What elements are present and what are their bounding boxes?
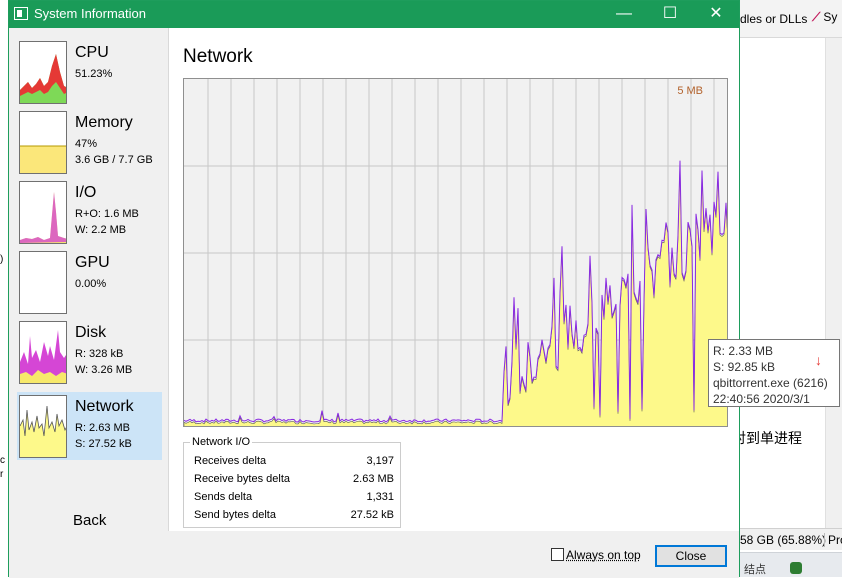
stat-value: 3,197	[366, 455, 394, 467]
arrow-down-icon: ↓	[815, 352, 822, 368]
background-status-processes: Pro	[824, 533, 842, 547]
sidebar-item-io[interactable]: I/O R+O: 1.6 MB W: 2.2 MB	[17, 178, 162, 246]
window-icon	[14, 7, 28, 20]
sidebar-item-label: I/O	[75, 184, 97, 201]
close-window-button[interactable]: ✕	[693, 1, 739, 28]
minimize-icon: —	[616, 5, 632, 22]
sidebar-item-label: GPU	[75, 254, 110, 271]
sidebar-item-value-2: W: 3.26 MB	[75, 364, 133, 376]
tooltip-timestamp: 22:40:56 2020/3/1	[713, 392, 810, 406]
background-status-memory: 58 GB (65.88%)	[740, 533, 827, 547]
window-title: System Information	[34, 6, 146, 21]
sidebar-item-value: R+O: 1.6 MB	[75, 208, 139, 220]
sidebar-item-disk[interactable]: Disk R: 328 kB W: 3.26 MB	[17, 318, 162, 386]
close-icon: ✕	[709, 5, 723, 22]
sidebar-item-network[interactable]: Network R: 2.63 MB S: 27.52 kB	[17, 392, 162, 460]
back-button[interactable]: Back	[73, 512, 106, 529]
stat-value: 27.52 kB	[350, 509, 394, 521]
system-information-window: System Information — ☐ ✕ CPU 51.23% Memo…	[8, 0, 740, 578]
sidebar-item-memory[interactable]: Memory 47% 3.6 GB / 7.7 GB	[17, 108, 162, 176]
network-graph[interactable]: 5 MB	[183, 78, 728, 427]
sidebar-item-value-2: S: 27.52 kB	[75, 438, 132, 450]
maximize-button[interactable]: ☐	[647, 1, 693, 28]
maximize-icon: ☐	[662, 5, 678, 22]
stat-row: Receives delta 3,197	[194, 455, 394, 467]
taskbar: 结点	[740, 552, 842, 577]
minimize-button[interactable]: —	[601, 1, 647, 28]
stat-value: 2.63 MB	[353, 473, 394, 485]
chart-icon: ⟋	[812, 10, 821, 24]
stat-label: Sends delta	[194, 491, 253, 503]
sidebar-item-label: Memory	[75, 114, 133, 131]
sidebar-item-gpu[interactable]: GPU 0.00%	[17, 248, 162, 316]
page-title: Network	[183, 46, 253, 67]
background-app: dles or DLLs ⟋Sy 58 GB (65.88%) Pro 结点	[740, 0, 842, 577]
sidebar-item-value-2: 3.6 GB / 7.7 GB	[75, 154, 153, 166]
background-toolbar: dles or DLLs ⟋ Sy	[740, 0, 842, 38]
background-left-text-2: c r	[0, 455, 5, 480]
always-on-top-label: Always on top	[566, 548, 641, 562]
background-scrollbar[interactable]	[825, 38, 842, 528]
network-panel: Network 5 MB Network I/O Receives delta 3…	[168, 28, 739, 531]
sidebar-item-value: 47%	[75, 138, 98, 150]
stat-row: Receive bytes delta 2.63 MB	[194, 473, 394, 485]
taskbar-app-icon[interactable]	[790, 562, 802, 574]
stat-row: Send bytes delta 27.52 kB	[194, 509, 394, 521]
stat-label: Receive bytes delta	[194, 473, 290, 485]
background-left-text: )	[0, 254, 4, 265]
stat-value: 1,331	[366, 491, 394, 503]
graph-max-label: 5 MB	[677, 85, 703, 97]
background-tab-handles[interactable]: dles or DLLs	[740, 12, 807, 26]
sidebar-item-label: Network	[75, 398, 134, 415]
checkbox-box[interactable]	[551, 548, 564, 561]
gpu-thumbnail-graph	[19, 251, 67, 314]
network-thumbnail-graph	[19, 395, 67, 458]
graph-tooltip: R: 2.33 MB S: 92.85 kB qbittorrent.exe (…	[708, 339, 840, 407]
sidebar-item-cpu[interactable]: CPU 51.23%	[17, 38, 162, 106]
dialog-footer: Always on top Close	[9, 531, 739, 578]
io-thumbnail-graph	[19, 181, 67, 244]
title-bar[interactable]: System Information — ☐ ✕	[9, 1, 739, 28]
sidebar-item-value-2: W: 2.2 MB	[75, 224, 127, 236]
background-tab-label: Sy	[823, 10, 838, 24]
close-button[interactable]: Close	[655, 545, 727, 567]
sidebar-item-value: 51.23%	[75, 68, 113, 80]
network-graph-canvas	[184, 79, 727, 426]
stat-label: Send bytes delta	[194, 509, 276, 521]
sidebar-item-label: CPU	[75, 44, 109, 61]
tooltip-process: qbittorrent.exe (6216)	[713, 376, 828, 390]
stat-row: Sends delta 1,331	[194, 491, 394, 503]
sidebar-item-label: Disk	[75, 324, 107, 341]
sidebar-item-value: R: 2.63 MB	[75, 422, 131, 434]
memory-thumbnail-graph	[19, 111, 67, 174]
taskbar-text: 结点	[744, 564, 766, 576]
cpu-thumbnail-graph	[19, 41, 67, 104]
network-io-title: Network I/O	[190, 436, 253, 448]
background-tab-system[interactable]: ⟋ Sy	[812, 10, 837, 25]
background-left-edge: ) c r	[0, 0, 8, 577]
stat-label: Receives delta	[194, 455, 267, 467]
sidebar-item-value: 0.00%	[75, 278, 107, 290]
sidebar: CPU 51.23% Memory 47% 3.6 GB / 7.7 GB I/…	[9, 28, 169, 529]
always-on-top-checkbox[interactable]: Always on top	[551, 548, 641, 562]
background-statusbar: 58 GB (65.88%) Pro	[740, 528, 842, 550]
disk-thumbnail-graph	[19, 321, 67, 384]
sidebar-item-value: R: 328 kB	[75, 348, 124, 360]
network-io-group: Network I/O Receives delta 3,197 Receive …	[183, 436, 401, 528]
